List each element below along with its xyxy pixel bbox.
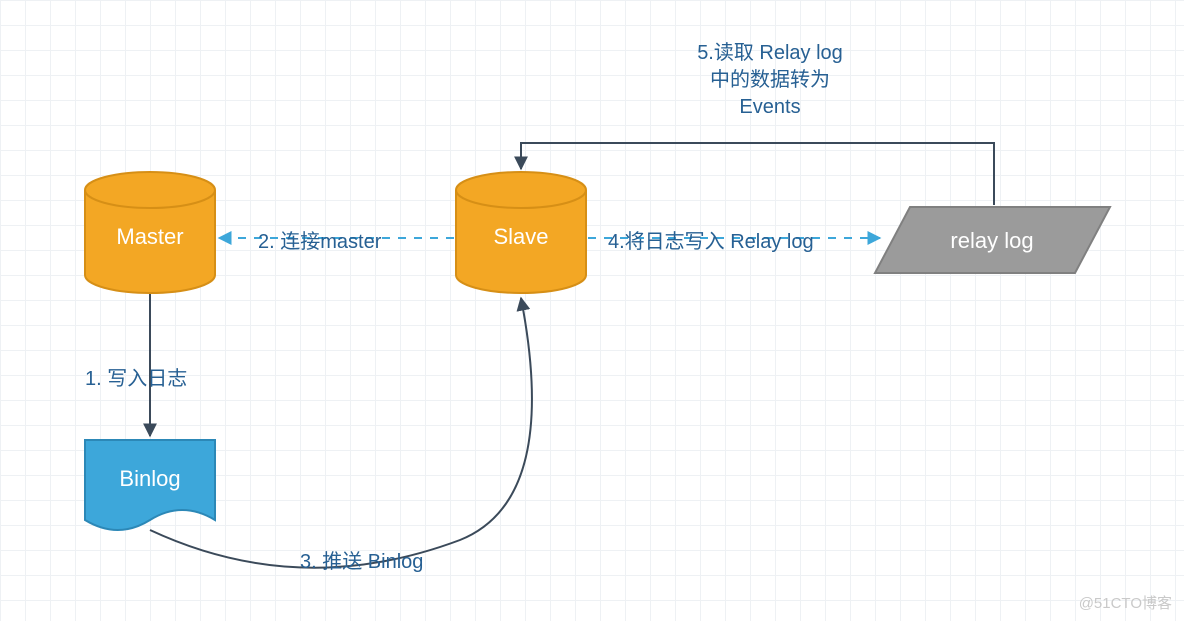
watermark: @51CTO博客: [1079, 592, 1172, 613]
diagram-canvas: Master Slave Binlog relay log: [0, 0, 1184, 621]
edge-label-2: 2. 连接master: [258, 225, 381, 254]
edge-label-4: 4.将日志写入 Relay log: [608, 225, 814, 254]
node-master: Master: [85, 172, 215, 293]
diagram-svg: Master Slave Binlog relay log: [0, 0, 1184, 621]
node-relay-log-label: relay log: [950, 228, 1033, 253]
node-binlog: Binlog: [85, 440, 215, 530]
edge-label-5-line3: Events: [620, 94, 920, 121]
edge-label-5: 5.读取 Relay log 中的数据转为 Events: [620, 40, 920, 121]
node-relay-log: relay log: [875, 207, 1110, 273]
edge-push-binlog: [150, 298, 532, 568]
node-slave-label: Slave: [493, 224, 548, 249]
edge-read-relay: [521, 143, 994, 205]
edge-label-5-line2: 中的数据转为: [620, 67, 920, 94]
node-slave: Slave: [456, 172, 586, 293]
edge-label-5-line1: 5.读取 Relay log: [620, 40, 920, 67]
node-binlog-label: Binlog: [119, 466, 180, 491]
edge-label-1: 1. 写入日志: [85, 362, 187, 391]
node-master-label: Master: [116, 224, 183, 249]
edge-label-3: 3. 推送 Binlog: [300, 545, 423, 574]
